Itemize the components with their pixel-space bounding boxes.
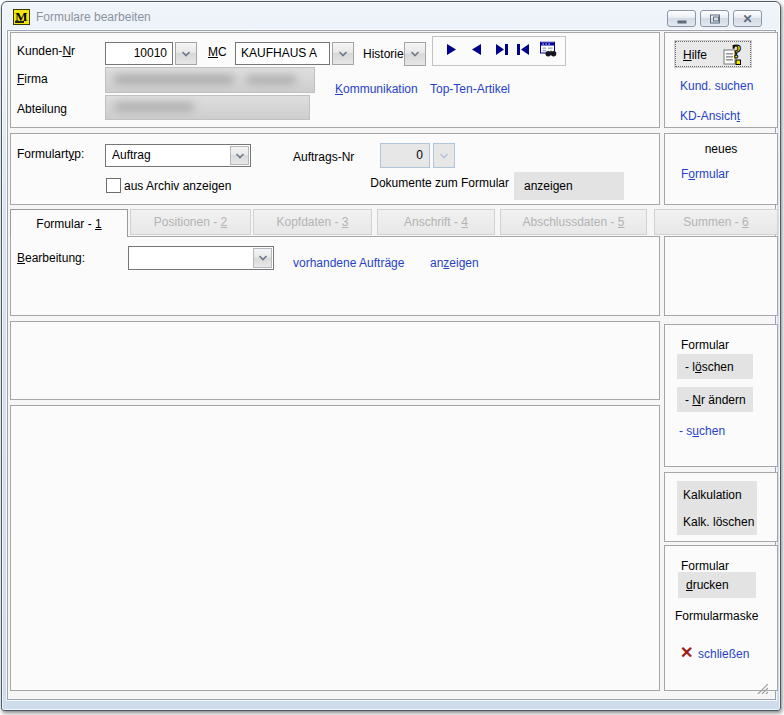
auftrags-nr-input: 0 — [380, 143, 430, 168]
close-button[interactable]: ✕ — [733, 10, 762, 27]
formulartyp-label: Formulartyp: — [17, 147, 84, 161]
right-empty-section — [664, 236, 778, 316]
kalkulation-section: Kalkulation Kalk. löschen — [664, 472, 778, 542]
top-ten-artikel-link[interactable]: Top-Ten-Artikel — [430, 82, 510, 96]
archiv-checkbox-label: aus Archiv anzeigen — [124, 179, 231, 193]
auftrags-nr-label: Auftrags-Nr — [293, 150, 354, 164]
drucken-section-title: Formular — [681, 559, 729, 573]
kunden-nr-dropdown-button[interactable] — [175, 42, 197, 65]
close-x-icon[interactable]: ✕ — [680, 643, 693, 662]
mc-label: MC — [208, 45, 227, 59]
maximize-icon — [710, 14, 720, 23]
tab-bar: Formular - 1 Positionen - 2 Kopfdaten - … — [10, 209, 778, 236]
mc-dropdown-button[interactable] — [332, 42, 354, 65]
tab-kopfdaten-3[interactable]: Kopfdaten - 3 — [253, 209, 372, 235]
formulartyp-combo[interactable]: Auftrag — [105, 144, 251, 167]
tab-abschlussdaten-5[interactable]: Abschlussdaten - 5 — [500, 209, 647, 235]
formular-actions-section: Formular - löschen - Nr ändern - suchen — [664, 324, 778, 467]
nav-previous-icon[interactable] — [472, 44, 481, 58]
search-in-forms-icon[interactable] — [540, 42, 557, 61]
svg-text:?: ? — [732, 43, 742, 62]
dokumente-label: Dokumente zum Formular — [370, 176, 509, 190]
mc-input[interactable]: KAUFHAUS A — [235, 42, 330, 65]
formtype-section: Formulartyp: Auftrag Auftrags-Nr 0 aus A… — [10, 133, 660, 205]
bearbeitung-label: Bearbeitung: — [17, 251, 85, 265]
tab-positionen-2[interactable]: Positionen - 2 — [130, 209, 251, 235]
schliessen-link[interactable]: schließen — [698, 647, 749, 661]
kd-ansicht-link[interactable]: KD-Ansicht — [680, 109, 740, 123]
tab-anschrift-4[interactable]: Anschrift - 4 — [377, 209, 495, 235]
kund-suchen-link[interactable]: Kund. suchen — [680, 79, 753, 93]
close-icon: ✕ — [742, 13, 752, 25]
historie-label: Historie — [363, 47, 404, 61]
firma-value-redacted[interactable] — [105, 67, 315, 93]
abteilung-label: Abteilung — [17, 102, 67, 116]
kalkulation-button[interactable]: Kalkulation — [677, 481, 757, 508]
formular-loeschen-button[interactable]: - löschen — [677, 354, 753, 379]
vorhandene-auftraege-link[interactable]: vorhandene Aufträge — [293, 256, 404, 270]
historie-dropdown-button[interactable] — [404, 42, 426, 66]
formular-suchen-link[interactable]: - suchen — [679, 424, 725, 438]
app-window: M Formulare bearbeiten ✕ Kunden-Nr 10010… — [1, 1, 781, 711]
neues-formular-link[interactable]: Formular — [681, 167, 729, 181]
tab-formular-1[interactable]: Formular - 1 — [10, 209, 128, 237]
bearbeitung-combo[interactable] — [128, 246, 274, 270]
app-icon: M — [13, 9, 30, 25]
formulartyp-dropdown-button[interactable] — [230, 146, 249, 165]
neues-label: neues — [665, 142, 777, 156]
neues-formular-section: neues Formular — [664, 133, 778, 205]
kommunikation-link[interactable]: Kommunikation — [335, 82, 418, 96]
window-title: Formulare bearbeiten — [36, 10, 151, 24]
titlebar[interactable]: M Formulare bearbeiten ✕ — [2, 2, 780, 30]
auftrags-nr-dropdown-button — [433, 143, 455, 168]
bearbeitung-dropdown-button[interactable] — [253, 248, 272, 268]
tab-summen-6[interactable]: Summen - 6 — [654, 209, 778, 235]
auftraege-anzeigen-link[interactable]: anzeigen — [430, 256, 479, 270]
nav-next-icon[interactable] — [447, 44, 456, 58]
formularmaske-label: Formularmaske — [675, 609, 758, 623]
archiv-checkbox[interactable] — [106, 178, 121, 193]
kunden-nr-input[interactable]: 10010 — [105, 42, 173, 65]
hilfe-button[interactable]: Hilfe ? — [675, 41, 751, 67]
resize-grip[interactable] — [755, 683, 768, 693]
empty-section-2 — [10, 405, 660, 691]
formular-nr-aendern-button[interactable]: - Nr ändern — [677, 387, 753, 412]
kalk-loeschen-button[interactable]: Kalk. löschen — [677, 508, 757, 535]
hilfe-button-label: Hilfe — [683, 48, 707, 62]
nav-first-icon[interactable] — [517, 44, 529, 58]
record-nav-toolbar — [432, 36, 566, 66]
firma-label: Firma — [17, 72, 48, 86]
bearbeitung-section: Bearbeitung: vorhandene Aufträge anzeige… — [10, 236, 660, 316]
minimize-button[interactable] — [667, 10, 696, 27]
help-icon: ? — [721, 43, 747, 70]
nav-last-icon[interactable] — [496, 44, 508, 58]
kunden-nr-label: Kunden-Nr — [17, 44, 75, 58]
drucken-button[interactable]: drucken — [678, 572, 756, 598]
formular-actions-title: Formular — [681, 338, 729, 352]
help-section: Hilfe ? Kund. suchen KD-Ansicht — [664, 32, 778, 128]
client-area: Kunden-Nr 10010 MC KAUFHAUS A Historie — [7, 30, 776, 700]
empty-section-1 — [10, 321, 660, 400]
minimize-icon — [677, 20, 686, 23]
drucken-section: Formular drucken Formularmaske ✕ schließ… — [664, 545, 778, 691]
dokumente-anzeigen-button[interactable]: anzeigen — [514, 172, 624, 200]
customer-section: Kunden-Nr 10010 MC KAUFHAUS A Historie — [10, 32, 660, 128]
abteilung-value-redacted[interactable] — [105, 95, 310, 120]
maximize-button[interactable] — [700, 10, 729, 27]
